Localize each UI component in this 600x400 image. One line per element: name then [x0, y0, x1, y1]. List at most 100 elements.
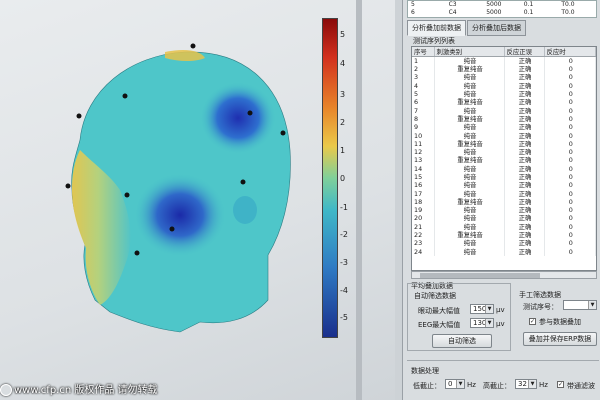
table-row[interactable]: 4 纯音 正确 0	[412, 81, 596, 90]
chevron-down-icon: ▼	[485, 319, 493, 327]
cell-rt: 0	[544, 230, 596, 240]
channel-table-partial: 5 C3 5000 0.1 T0.0 6 C4 5000 0.1 T0.0	[407, 0, 597, 18]
cell-rt: 0	[544, 181, 596, 190]
cell-index: 7	[412, 106, 435, 115]
col-header-index[interactable]: 序号	[412, 47, 435, 57]
tab-post-average[interactable]: 分析叠加后数据	[467, 20, 526, 36]
table-row[interactable]: 8 重复纯音 正确 0	[412, 114, 596, 124]
unit-label: Hz	[467, 381, 476, 389]
table-row[interactable]: 13 重复纯音 正确 0	[412, 156, 596, 165]
auto-filter-button[interactable]: 自动筛选	[432, 334, 492, 348]
cell-rt: 0	[544, 81, 596, 90]
table-row[interactable]: 20 纯音 正确 0	[412, 214, 596, 223]
cell-rt: 0	[544, 172, 596, 182]
cell-rt: 0	[544, 197, 596, 207]
cell-index: 21	[412, 222, 435, 231]
eye-max-select[interactable]: 150 ▼	[470, 304, 494, 314]
horizontal-scrollbar[interactable]	[411, 271, 597, 279]
join-average-label: 参与数据叠加	[539, 318, 581, 326]
sequence-list-label: 测试序列列表	[413, 37, 455, 45]
table-row[interactable]: 2 重复纯音 正确 0	[412, 65, 596, 74]
table-row[interactable]: 5 纯音 正确 0	[412, 89, 596, 99]
cell-stimulus: 纯音	[434, 247, 505, 256]
cell-correct: 正确	[504, 56, 545, 65]
cell-index: 24	[412, 247, 435, 256]
cell-stimulus: 重复纯音	[434, 156, 505, 165]
bandpass-label: 带通滤波	[567, 382, 595, 390]
cell-stimulus: 重复纯音	[434, 139, 505, 148]
cell-stimulus: 重复纯音	[434, 230, 505, 240]
cell-rt: 0	[544, 206, 596, 215]
cell-correct: 正确	[504, 114, 545, 124]
table-row[interactable]: 23 纯音 正确 0	[412, 239, 596, 248]
cell-stimulus: 纯音	[434, 189, 505, 198]
colorbar-tick: 4	[340, 59, 346, 68]
cell-stimulus: 纯音	[434, 106, 505, 115]
unit-label: μv	[496, 320, 505, 328]
col-header-correct[interactable]: 反应正误	[504, 47, 545, 57]
cell-correct: 正确	[504, 89, 545, 99]
high-cutoff-label: 高截止：	[483, 382, 511, 390]
cell-rt: 0	[544, 147, 596, 157]
table-row[interactable]: 7 纯音 正确 0	[412, 106, 596, 115]
cell-rt: 0	[544, 214, 596, 223]
table-row[interactable]: 16 纯音 正确 0	[412, 181, 596, 190]
cell-rt: 0	[544, 56, 596, 65]
bandpass-checkbox[interactable]: ✓	[557, 381, 564, 388]
table-row[interactable]: 22 重复纯音 正确 0	[412, 230, 596, 240]
cell-rt: 0	[544, 106, 596, 115]
table-row[interactable]: 5 C3 5000 0.1 T0.0	[408, 1, 596, 9]
cell-rt: 0	[544, 189, 596, 198]
table-row[interactable]: 3 纯音 正确 0	[412, 73, 596, 82]
cell-index: 18	[412, 197, 435, 207]
cell-correct: 正确	[504, 131, 545, 140]
cell-index: 9	[412, 123, 435, 132]
tab-pre-average[interactable]: 分析叠加前数据	[407, 20, 466, 36]
save-erp-button[interactable]: 叠加并保存ERP数据	[523, 332, 597, 346]
table-row[interactable]: 6 重复纯音 正确 0	[412, 98, 596, 107]
cell-stimulus: 纯音	[434, 73, 505, 82]
auto-filter-label: 自动筛选数据	[414, 292, 456, 300]
colorbar-tick: -3	[340, 258, 348, 267]
table-row[interactable]: 15 纯音 正确 0	[412, 172, 596, 182]
join-average-checkbox[interactable]: ✓	[529, 318, 536, 325]
cell-stimulus: 纯音	[434, 89, 505, 99]
cell-correct: 正确	[504, 106, 545, 115]
table-row[interactable]: 10 纯音 正确 0	[412, 131, 596, 140]
cell-index: 13	[412, 156, 435, 165]
colorbar-tick: -2	[340, 230, 348, 239]
cell-index: 1	[412, 56, 435, 65]
cell-stimulus: 纯音	[434, 222, 505, 231]
cell-stimulus: 重复纯音	[434, 197, 505, 207]
table-row[interactable]: 11 重复纯音 正确 0	[412, 139, 596, 148]
eeg-max-select[interactable]: 130 ▼	[470, 318, 494, 328]
table-row[interactable]: 9 纯音 正确 0	[412, 123, 596, 132]
col-header-rt[interactable]: 反应时	[544, 47, 596, 57]
high-cutoff-select[interactable]: 32 ▼	[515, 379, 537, 389]
scrollbar-thumb[interactable]	[420, 273, 540, 278]
cell-correct: 正确	[504, 239, 545, 248]
table-row[interactable]: 17 纯音 正确 0	[412, 189, 596, 198]
chevron-down-icon: ▼	[485, 305, 493, 313]
table-row[interactable]: 1 纯音 正确 0	[412, 56, 596, 65]
cell-correct: 正确	[504, 197, 545, 207]
table-row[interactable]: 12 纯音 正确 0	[412, 147, 596, 157]
cell-rt: 0	[544, 247, 596, 256]
cell-stimulus: 纯音	[434, 172, 505, 182]
table-row[interactable]: 18 重复纯音 正确 0	[412, 197, 596, 207]
cell-rt: 0	[544, 222, 596, 231]
table-row[interactable]: 24 纯音 正确 0	[412, 247, 596, 256]
cell-stimulus: 纯音	[434, 164, 505, 173]
chevron-down-icon: ▼	[456, 380, 464, 388]
low-cutoff-select[interactable]: 0 ▼	[445, 379, 465, 389]
table-row[interactable]: 6 C4 5000 0.1 T0.0	[408, 9, 596, 17]
table-row[interactable]: 21 纯音 正确 0	[412, 222, 596, 231]
seq-number-select[interactable]: ▼	[563, 300, 597, 310]
cell-index: 12	[412, 147, 435, 157]
colorbar-tick: 5	[340, 30, 346, 39]
col-header-stimulus[interactable]: 刺激类别	[434, 47, 505, 57]
table-row[interactable]: 19 纯音 正确 0	[412, 206, 596, 215]
cell-index: 8	[412, 114, 435, 124]
table-row[interactable]: 14 纯音 正确 0	[412, 164, 596, 173]
processing-title: 数据处理	[411, 367, 439, 375]
